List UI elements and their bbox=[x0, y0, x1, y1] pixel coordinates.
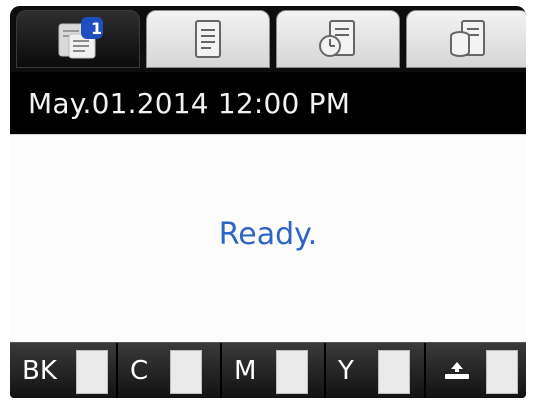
storage-document-icon bbox=[450, 20, 485, 57]
tab-documents[interactable] bbox=[146, 10, 270, 68]
tab-bar: 1 bbox=[10, 6, 526, 72]
ink-level-y bbox=[378, 350, 410, 394]
tab-storage[interactable] bbox=[406, 10, 526, 68]
status-message: Ready. bbox=[218, 217, 318, 252]
ink-label-c: C bbox=[130, 356, 149, 386]
date-time-bar: May.01.2014 12:00 PM bbox=[10, 72, 526, 134]
maintenance-box-level bbox=[486, 350, 518, 394]
ink-level-m bbox=[276, 350, 308, 394]
ink-level-bk bbox=[76, 350, 108, 394]
ink-yellow[interactable]: Y bbox=[326, 343, 426, 398]
tab-badge-count: 1 bbox=[91, 19, 103, 38]
ink-level-c bbox=[170, 350, 202, 394]
maintenance-box-icon bbox=[445, 362, 469, 379]
ink-label-m: M bbox=[234, 356, 257, 386]
status-area: Ready. bbox=[10, 134, 526, 343]
tab-copy[interactable]: 1 bbox=[16, 10, 140, 68]
ink-label-bk: BK bbox=[22, 356, 57, 386]
ink-label-y: Y bbox=[338, 356, 354, 386]
tab-scheduled[interactable] bbox=[276, 10, 400, 68]
clock-document-icon bbox=[319, 20, 355, 57]
printer-lcd-screen: 1 May.01.2014 12:00 PM Ready. BK C M Y bbox=[10, 6, 526, 398]
maintenance-box[interactable] bbox=[426, 343, 526, 398]
ink-levels-bar: BK C M Y bbox=[10, 342, 526, 398]
ink-magenta[interactable]: M bbox=[222, 343, 326, 398]
date-time-text: May.01.2014 12:00 PM bbox=[28, 86, 351, 120]
document-icon bbox=[195, 20, 221, 58]
ink-black[interactable]: BK bbox=[10, 343, 118, 398]
copy-icon bbox=[58, 17, 103, 59]
ink-cyan[interactable]: C bbox=[118, 343, 222, 398]
